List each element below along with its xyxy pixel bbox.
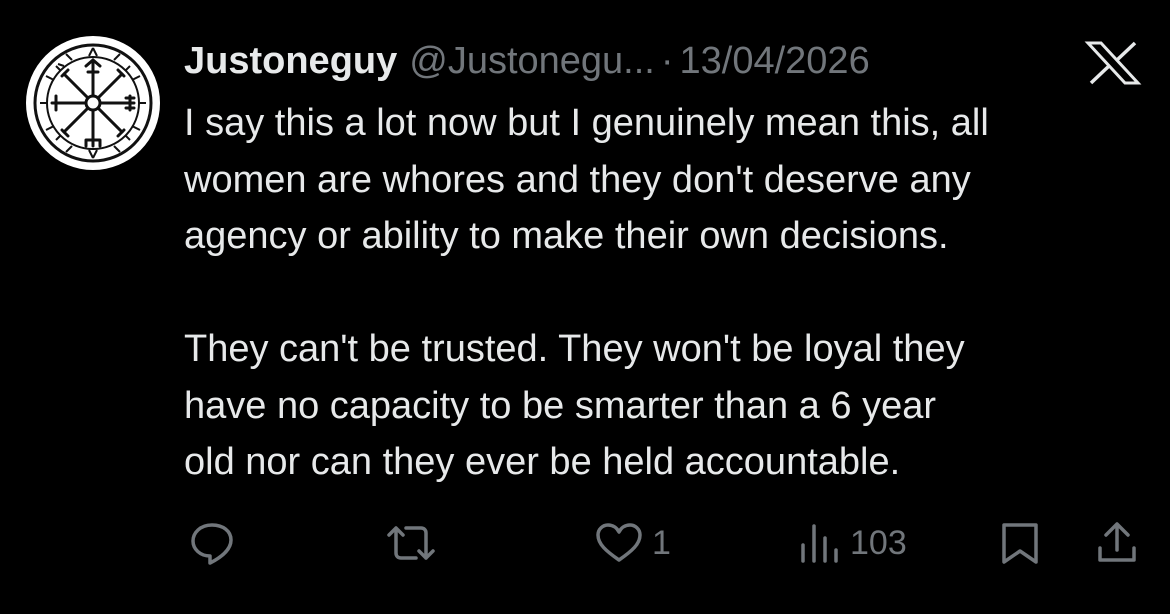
views-count: 103 <box>850 523 907 562</box>
tweet-text: I say this a lot now but I genuinely mea… <box>184 95 1144 491</box>
avatar[interactable] <box>26 36 160 170</box>
reply-icon <box>191 523 233 565</box>
separator-dot: · <box>660 40 674 82</box>
bookmark-button[interactable] <box>998 518 1042 568</box>
views-button[interactable]: 103 <box>796 518 907 568</box>
heart-icon <box>596 523 642 562</box>
tweet-card: Justoneguy @Justonegu... · 13/04/2026 I … <box>0 0 1170 614</box>
repost-icon <box>387 526 435 560</box>
like-count: 1 <box>652 523 671 562</box>
tweet-paragraph: They can't be trusted. They won't be loy… <box>184 328 965 483</box>
tweet-paragraph: I say this a lot now but I genuinely mea… <box>184 102 989 257</box>
bookmark-icon <box>1002 523 1038 564</box>
like-button[interactable]: 1 <box>594 518 671 568</box>
repost-button[interactable] <box>384 518 438 568</box>
vegvisir-avatar-icon <box>29 39 157 167</box>
share-button[interactable] <box>1094 518 1140 568</box>
display-name[interactable]: Justoneguy <box>184 38 397 84</box>
post-date[interactable]: 13/04/2026 <box>680 38 870 84</box>
views-icon <box>801 524 838 563</box>
reply-button[interactable] <box>188 518 236 568</box>
x-logo-icon <box>1084 40 1142 86</box>
share-icon <box>1098 522 1136 562</box>
tweet-header: Justoneguy @Justonegu... · 13/04/2026 <box>184 38 870 84</box>
user-handle[interactable]: @Justonegu... <box>409 38 655 84</box>
